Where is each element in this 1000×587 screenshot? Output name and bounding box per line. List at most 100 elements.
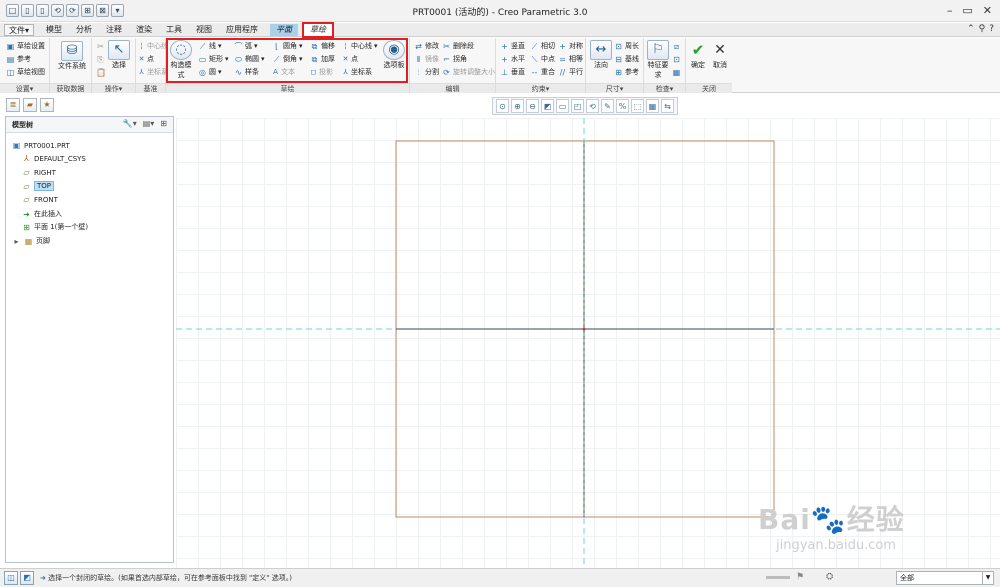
cancel-button[interactable]: ✕ 取消 [710, 40, 730, 70]
sketch-view-button[interactable]: 草绘视图 [17, 67, 45, 77]
parallel-button[interactable]: 平行 [569, 67, 583, 77]
group-label-operations[interactable]: 操作▾ [92, 83, 135, 93]
normal-dimension-button[interactable]: ↔ 法向 [589, 40, 613, 70]
sketch-display-filters-icon[interactable]: ▦ [646, 99, 659, 113]
flag-icon[interactable]: ⚑ [796, 572, 804, 582]
symmetric-button[interactable]: 对称 [569, 41, 583, 51]
search-icon[interactable]: ⚲ [979, 24, 986, 34]
tab-annotate[interactable]: 注释 [106, 24, 122, 36]
tab-plane[interactable]: 平面 [270, 24, 298, 36]
folder-browser-icon[interactable]: ▰ [23, 98, 37, 112]
text-button[interactable]: 文本 [281, 67, 295, 77]
display-style-icon[interactable]: ▭ [556, 99, 569, 113]
equal-button[interactable]: 相等 [569, 54, 583, 64]
tree-show-icon[interactable]: ▤▾ [143, 119, 155, 128]
tree-item-right[interactable]: ▱ RIGHT [22, 168, 55, 177]
chevron-down-icon[interactable]: ▼ [982, 572, 993, 584]
ribbon-minimize-icon[interactable]: ⌃ [967, 24, 975, 34]
corner-button[interactable]: 拐角 [453, 54, 467, 64]
paste-icon[interactable]: 📋 [96, 68, 106, 77]
tab-sketch[interactable]: 草绘 [302, 22, 334, 38]
delete-segment-button[interactable]: 删除段 [453, 41, 474, 51]
divide-button[interactable]: 分割 [425, 67, 439, 77]
arc-button[interactable]: 弧 [245, 41, 252, 51]
ok-button[interactable]: ✔ 确定 [688, 40, 708, 70]
zoom-in-icon[interactable]: ⊕ [511, 99, 524, 113]
midpoint-button[interactable]: 中点 [541, 54, 555, 64]
select-button[interactable]: ↖ 选择 [106, 40, 132, 70]
tree-item-wall[interactable]: ⊞ 平面 1(第一个壁) [22, 222, 88, 232]
smart-select-icon[interactable]: ⛭ [826, 572, 833, 582]
highlight-open-ends-icon[interactable]: ⊡ [672, 55, 681, 64]
saved-orientations-icon[interactable]: ◰ [571, 99, 584, 113]
tree-settings-icon[interactable]: 🔧▾ [123, 119, 137, 128]
sketch-csys-button[interactable]: 坐标系 [351, 67, 372, 77]
group-label-constrain[interactable]: 约束▾ [496, 83, 585, 93]
copy-icon[interactable]: ⎘ [96, 55, 105, 64]
help-icon[interactable]: ? [989, 24, 994, 34]
tab-model[interactable]: 模型 [46, 24, 62, 36]
sketch-point-button[interactable]: 点 [351, 54, 358, 64]
file-menu[interactable]: 文件▾ [4, 24, 35, 36]
construction-mode-button[interactable]: ◌ 构造模式 [169, 40, 193, 80]
datum-point-button[interactable]: 点 [147, 54, 154, 64]
perpendicular-button[interactable]: 垂直 [511, 67, 525, 77]
spline-button[interactable]: 样条 [245, 67, 259, 77]
tree-item-csys[interactable]: ⅄ DEFAULT_CSYS [22, 154, 86, 163]
fillet-button[interactable]: 圆角 [283, 41, 297, 51]
selection-filter[interactable]: 全部 ▼ [896, 571, 994, 585]
palette-button[interactable]: ◉ 选项板 [382, 40, 406, 70]
tree-item-front[interactable]: ▱ FRONT [22, 195, 58, 204]
rectangle-button[interactable]: 矩形 [209, 54, 223, 64]
offset-button[interactable]: 偏移 [321, 41, 335, 51]
reference-dim-button[interactable]: 参考 [625, 67, 639, 77]
chamfer-button[interactable]: 倒角 [283, 54, 297, 64]
mirror-button[interactable]: 镜像 [425, 54, 439, 64]
browser-toggle-icon[interactable]: ◩ [20, 571, 34, 585]
coincident-button[interactable]: 重合 [541, 67, 555, 77]
vertical-button[interactable]: 竖直 [511, 41, 525, 51]
tree-item-insert-here[interactable]: ➜ 在此插入 [22, 209, 62, 219]
modify-button[interactable]: 修改 [425, 41, 439, 51]
perimeter-button[interactable]: 周长 [625, 41, 639, 51]
thicken-button[interactable]: 加厚 [321, 54, 335, 64]
favorites-icon[interactable]: ★ [40, 98, 54, 112]
model-tree-tab-icon[interactable]: ≣ [6, 98, 20, 112]
cut-icon[interactable]: ✂ [96, 42, 105, 51]
sketch-setup-button[interactable]: 草绘设置 [17, 41, 45, 51]
line-button[interactable]: 线 [209, 41, 216, 51]
view-manager-icon[interactable]: ⟲ [586, 99, 599, 113]
datum-display-icon[interactable]: ✎ [601, 99, 614, 113]
tangent-button[interactable]: 相切 [541, 41, 555, 51]
graphics-area[interactable]: Bai🐾经验 jingyan.baidu.com [176, 118, 1000, 568]
zoom-out-icon[interactable]: ⊖ [526, 99, 539, 113]
shade-closed-loops-icon[interactable]: ▦ [672, 68, 681, 77]
annotation-display-icon[interactable]: % [616, 99, 629, 113]
project-button[interactable]: 投影 [319, 67, 333, 77]
tab-analysis[interactable]: 分析 [76, 24, 92, 36]
rotate-resize-button[interactable]: 旋转调整大小 [453, 67, 495, 77]
group-label-inspect[interactable]: 检查▾ [644, 83, 685, 93]
tab-tools[interactable]: 工具 [166, 24, 182, 36]
datum-centerline-button[interactable]: 中心线 [147, 41, 168, 51]
tree-filter-icon[interactable]: ⊞ [160, 119, 167, 128]
tree-item-footer[interactable]: ▸ ▦ 页脚 [12, 236, 50, 246]
repaint-icon[interactable]: ◩ [541, 99, 554, 113]
baseline-button[interactable]: 基线 [625, 54, 639, 64]
feature-requirements-button[interactable]: ⚐ 特征要求 [646, 40, 670, 80]
references-button[interactable]: 参考 [17, 54, 31, 64]
file-system-button[interactable]: ⛁ 文件系统 [58, 41, 86, 71]
tab-render[interactable]: 渲染 [136, 24, 152, 36]
tree-item-top[interactable]: ▱ TOP [22, 181, 55, 191]
group-label-setup[interactable]: 设置▾ [0, 83, 49, 93]
refit-icon[interactable]: ⊙ [496, 99, 509, 113]
sketch-view-icon-toolbar[interactable]: ⇆ [661, 99, 674, 113]
datum-csys-button[interactable]: 坐标系 [147, 67, 168, 77]
minimize-button[interactable]: – [947, 4, 953, 17]
close-button[interactable]: ✕ [983, 4, 992, 17]
sketch-centerline-button[interactable]: 中心线 [351, 41, 372, 51]
overlapping-geometry-icon[interactable]: ⧄ [672, 42, 681, 51]
navigator-toggle-icon[interactable]: ◫ [4, 571, 18, 585]
tab-applications[interactable]: 应用程序 [226, 24, 258, 36]
maximize-button[interactable]: ▭ [962, 4, 972, 17]
